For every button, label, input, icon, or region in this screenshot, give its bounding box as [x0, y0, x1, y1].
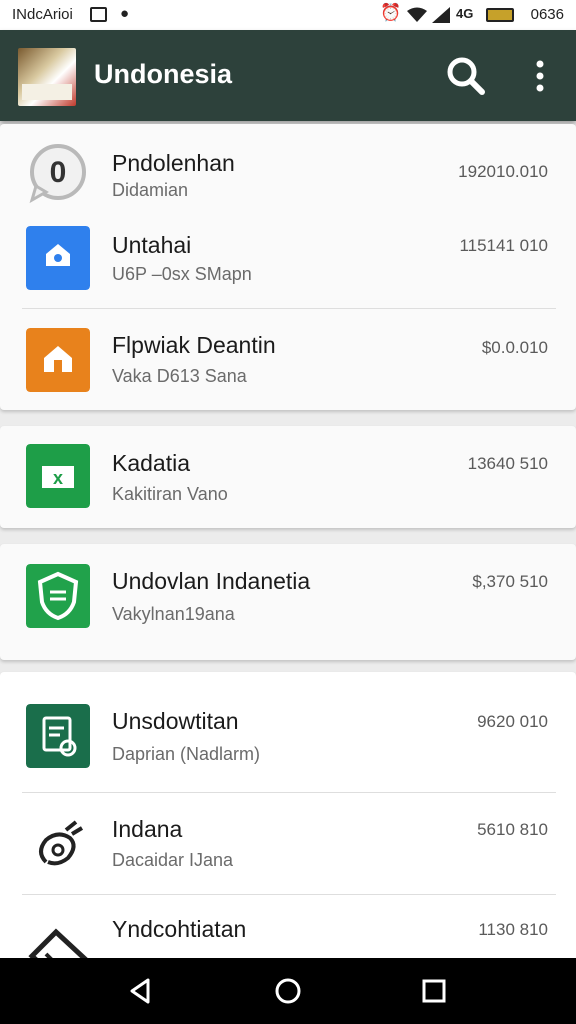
sheet-icon: x	[26, 444, 90, 508]
item-subtitle: Daprian (Nadlarm)	[112, 744, 261, 764]
item-subtitle: Vaka D613 Sana	[112, 366, 247, 386]
cat-icon: ●	[120, 5, 130, 22]
status-bar: INdcArioi ● ⏰ 4G 0636	[0, 0, 576, 30]
shield-icon	[26, 564, 90, 628]
divider	[22, 792, 556, 793]
back-icon[interactable]	[126, 976, 156, 1006]
logo-strip	[22, 84, 72, 100]
nav-bar	[0, 958, 576, 1024]
wifi-icon	[407, 7, 427, 22]
card-group-4: Unsdowtitan Daprian (Nadlarm) 9620 010 I…	[0, 672, 576, 982]
battery-icon	[486, 8, 514, 22]
item-title: Pndolenhan	[112, 150, 235, 176]
item-amount: 5610 810	[477, 820, 548, 839]
document-icon	[26, 704, 90, 768]
list-item[interactable]: Indana Dacaidar IJana 5610 810	[0, 794, 576, 894]
search-icon[interactable]	[444, 54, 486, 96]
item-amount: 1130 810	[478, 920, 548, 939]
item-subtitle: Kakitiran Vano	[112, 484, 228, 504]
item-subtitle: Didamian	[112, 180, 189, 200]
alarm-icon: ⏰	[380, 3, 402, 22]
divider	[22, 894, 556, 895]
item-amount: $,370 510	[472, 572, 548, 591]
item-title: Yndcohtiatan	[112, 916, 247, 942]
app-title: Undonesia	[94, 59, 233, 89]
item-amount: 192010.010	[458, 162, 548, 181]
item-amount: 13640 510	[467, 454, 548, 473]
list-item[interactable]: Undovlan Indanetia Vakylnan19ana $,370 5…	[0, 544, 576, 660]
more-vert-icon[interactable]	[524, 58, 556, 94]
list-item[interactable]: Flpwiak Deantin Vaka D613 Sana $0.0.010	[0, 310, 576, 410]
svg-text:x: x	[53, 468, 63, 488]
list-item[interactable]: Untahai U6P –0sx SMapn 115141 010	[0, 224, 576, 310]
item-amount: 115141 010	[459, 236, 548, 255]
data-badge-icon: 4G	[456, 6, 474, 21]
card-group-1: 0 Pndolenhan Didamian 192010.010 Untahai…	[0, 124, 576, 410]
recents-icon[interactable]	[419, 976, 449, 1006]
item-title: Untahai	[112, 232, 192, 258]
item-title: Unsdowtitan	[112, 708, 239, 734]
scribble-icon	[39, 820, 84, 866]
app-logo-icon[interactable]	[18, 48, 76, 106]
item-subtitle: U6P –0sx SMapn	[112, 264, 252, 284]
home-blue-icon	[26, 226, 90, 290]
chat-zero-icon: 0	[29, 144, 86, 204]
item-title: Flpwiak Deantin	[112, 332, 276, 358]
status-left-text: INdcArioi	[12, 6, 73, 23]
home-orange-icon	[26, 328, 90, 392]
svg-text:0: 0	[50, 156, 67, 189]
item-subtitle: Vakylnan19ana	[112, 604, 235, 624]
divider	[22, 308, 556, 309]
item-amount: $0.0.010	[481, 338, 548, 357]
status-time: 0636	[530, 6, 564, 23]
home-icon[interactable]	[273, 976, 303, 1006]
app-bar: Undonesia	[0, 30, 576, 121]
card-group-3: Undovlan Indanetia Vakylnan19ana $,370 5…	[0, 544, 576, 660]
list-item[interactable]: Unsdowtitan Daprian (Nadlarm) 9620 010	[0, 672, 576, 792]
card-group-2: x Kadatia Kakitiran Vano 13640 510	[0, 426, 576, 528]
item-title: Indana	[112, 816, 183, 842]
signal-icon	[432, 7, 450, 23]
list-item[interactable]: 0 Pndolenhan Didamian 192010.010	[0, 124, 576, 224]
list-item[interactable]: x Kadatia Kakitiran Vano 13640 510	[0, 426, 576, 528]
item-amount: 9620 010	[477, 712, 548, 731]
item-title: Kadatia	[112, 450, 191, 476]
item-subtitle: Dacaidar IJana	[112, 850, 234, 870]
square-icon	[90, 7, 107, 22]
item-title: Undovlan Indanetia	[112, 568, 311, 594]
